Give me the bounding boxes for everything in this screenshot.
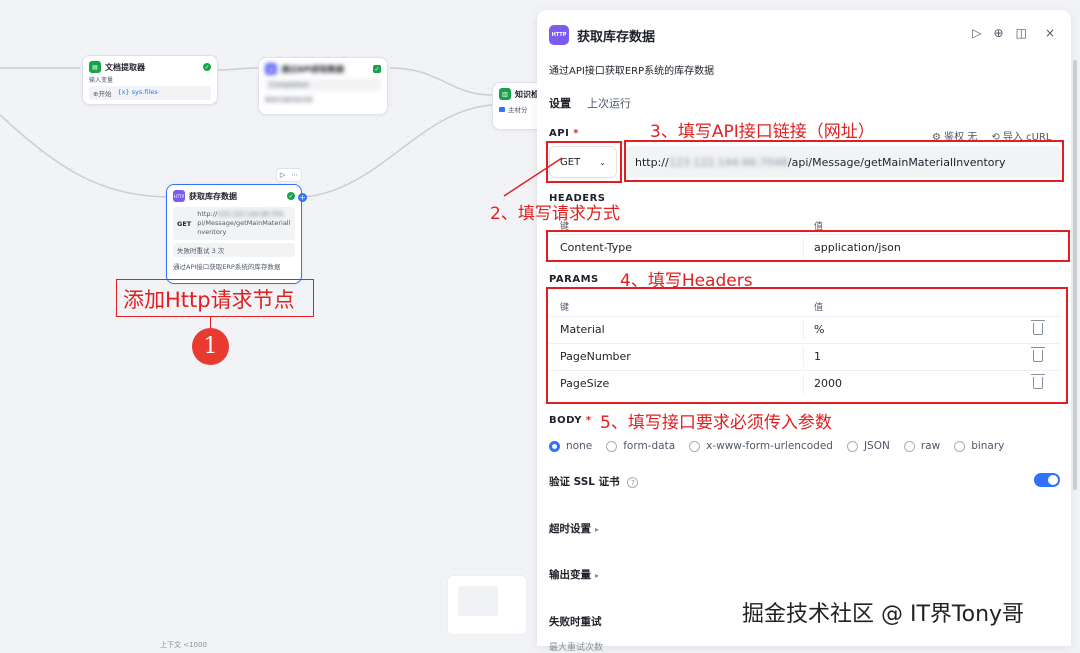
var-value: {x} sys.files (117, 88, 158, 96)
watermark: 掘金技术社区 @ IT界Tony哥 (742, 602, 1025, 627)
body-radio-none[interactable]: none (549, 440, 592, 452)
minimap[interactable] (447, 575, 527, 635)
tab-settings[interactable]: 设置 (549, 95, 571, 117)
ssl-setting: 验证 SSL 证书 ? (549, 474, 639, 489)
node-var-label: 输入变量 (89, 77, 114, 84)
node-line2: 相关内容的知识库 (265, 97, 314, 104)
annotation-step4: 4、填写Headers (620, 271, 753, 291)
close-icon[interactable]: × (1045, 26, 1055, 40)
annotation-step5: 5、填写接口要求必须传入参数 (600, 413, 832, 433)
folder-icon (499, 106, 505, 112)
more-icon[interactable]: ⋯ (291, 171, 298, 179)
node-toolbar: ▷ ⋯ (276, 168, 302, 182)
annotation-step1-badge: 1 (192, 328, 229, 365)
node-doc-extractor[interactable]: ▤ 文档提取器 ✓ 输入变量 ⊕开始 {x} sys.files (82, 55, 218, 105)
annotation-headers-box (546, 230, 1070, 262)
layout-icon[interactable]: ◫ (1016, 26, 1027, 40)
node-method: GET (177, 219, 192, 228)
http-icon: HTTP (549, 25, 569, 45)
tab-last-run[interactable]: 上次运行 (587, 95, 631, 117)
ssl-toggle[interactable] (1034, 473, 1060, 487)
body-type-radios: none form-data x-www-form-urlencoded JSO… (549, 440, 1004, 452)
node-title: 通过API获取数据 (281, 64, 345, 74)
workflow-canvas[interactable]: ▤ 文档提取器 ✓ 输入变量 ⊕开始 {x} sys.files ◆ 通过API… (0, 0, 552, 649)
api-label: API * (549, 128, 580, 139)
annotation-step3: 3、填写API接口链接（网址） (650, 122, 875, 142)
model-icon: ◆ (265, 63, 277, 75)
retry-setting[interactable]: 失败时重试 (549, 614, 602, 629)
success-check-icon: ✓ (373, 65, 381, 73)
annotation-params-box (546, 287, 1068, 404)
body-label: BODY * (549, 415, 592, 426)
node-url-line2: pi/Message/getMainMateriall (197, 219, 291, 227)
var-source: ⊕开始 (93, 90, 112, 98)
timeout-setting[interactable]: 超时设置 ▸ (549, 521, 599, 536)
body-radio-form-data[interactable]: form-data (606, 440, 675, 452)
retry-max-label: 最大重试次数 (549, 643, 604, 653)
body-radio-urlencoded[interactable]: x-www-form-urlencoded (689, 440, 833, 452)
chevron-right-icon: ▸ (595, 525, 600, 534)
panel-toolbar: ▷ ⊕ ◫ × (972, 26, 1055, 40)
node-description: 通过API接口获取ERP系统的库存数据 (173, 263, 281, 271)
node-title: 文档提取器 (105, 62, 145, 72)
panel-tabs: 设置 上次运行 (549, 95, 631, 117)
node-url-line1: http://123.122.144.66:704 (197, 210, 284, 218)
node-retry: 失败时重试 3 次 (173, 243, 295, 257)
node-title: 获取库存数据 (189, 191, 237, 201)
body-radio-raw[interactable]: raw (903, 440, 940, 452)
params-label: PARAMS (549, 274, 599, 285)
annotation-arrow (503, 157, 563, 197)
success-check-icon: ✓ (203, 63, 211, 71)
annotation-step1-text: 添加Http请求节点 (123, 288, 295, 312)
node-blurred[interactable]: ◆ 通过API获取数据 ✓ Completion 相关内容的知识库 (258, 57, 388, 115)
panel-title[interactable]: 获取库存数据 (577, 26, 655, 45)
success-check-icon: ✓ (287, 192, 295, 200)
add-node-handle[interactable]: + (298, 193, 307, 202)
node-line1: 主材分 (508, 106, 528, 114)
node-url-line3: nventory (197, 228, 227, 236)
annotation-step2: 2、填写请求方式 (490, 204, 620, 224)
http-icon: HTTP (173, 190, 185, 202)
run-node-icon[interactable]: ▷ (280, 171, 285, 179)
body-radio-json[interactable]: JSON (846, 440, 890, 452)
output-vars-setting[interactable]: 输出变量 ▸ (549, 567, 599, 582)
panel-scrollbar[interactable] (1073, 60, 1077, 490)
annotation-url-box (624, 140, 1064, 182)
body-radio-binary[interactable]: binary (954, 440, 1004, 452)
run-icon[interactable]: ▷ (972, 26, 981, 40)
knowledge-icon: ▥ (499, 88, 511, 100)
help-icon[interactable]: ? (627, 477, 639, 488)
canvas-status-text: 上下文 <1000 (160, 641, 207, 649)
panel-description[interactable]: 通过API接口获取ERP系统的库存数据 (549, 62, 714, 77)
node-line1: Completion (265, 79, 381, 91)
chevron-right-icon: ▸ (595, 571, 600, 580)
document-icon: ▤ (89, 61, 101, 73)
locate-icon[interactable]: ⊕ (994, 26, 1004, 40)
node-http-request[interactable]: HTTP 获取库存数据 ✓ GET http://123.122.144.66:… (166, 184, 302, 284)
